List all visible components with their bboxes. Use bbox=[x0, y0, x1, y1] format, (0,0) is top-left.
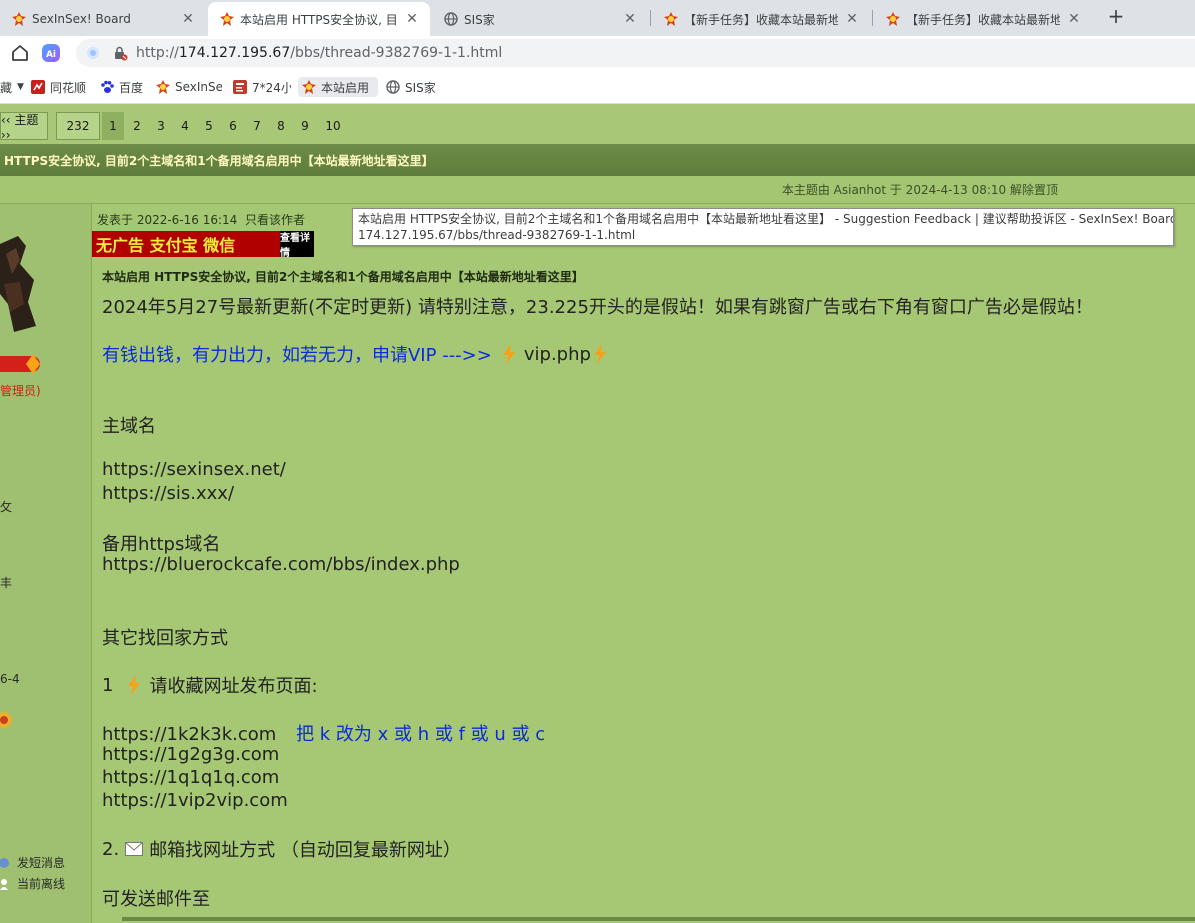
medal-icon bbox=[0, 704, 12, 744]
sis-favicon-icon bbox=[12, 12, 26, 26]
only-author-link[interactable]: 只看该作者 bbox=[245, 213, 305, 227]
post-meta: 发表于 2022-6-16 16:14 只看该作者 bbox=[97, 213, 305, 227]
main-domain-label: 主域名 bbox=[102, 416, 156, 437]
ai-assistant-icon[interactable]: Ai bbox=[40, 42, 62, 64]
pager-page-4[interactable]: 4 bbox=[174, 112, 196, 140]
tonghuashun-icon bbox=[31, 80, 45, 94]
tab-close-icon[interactable]: ✕ bbox=[844, 11, 860, 27]
sis-favicon-icon bbox=[220, 12, 234, 26]
pager-page-1[interactable]: 1 bbox=[102, 112, 124, 140]
shield-icon bbox=[86, 46, 100, 60]
not-secure-icon[interactable] bbox=[112, 45, 128, 61]
lightning-icon bbox=[502, 344, 516, 364]
moderation-note: 本主题由 Asianhot 于 2024-4-13 08:10 解除置顶 bbox=[0, 176, 1195, 204]
bookmark-tonghuashun[interactable]: 同花顺 bbox=[31, 77, 86, 97]
mail-label: 可发送邮件至 bbox=[102, 889, 210, 910]
publish-site-link-4[interactable]: https://1vip2vip.com bbox=[102, 790, 288, 811]
url-text[interactable]: http://174.127.195.67/bbs/thread-9382769… bbox=[136, 45, 502, 61]
sidebar-field: 攵 bbox=[0, 500, 13, 514]
pager-page-5[interactable]: 5 bbox=[198, 112, 220, 140]
dropdown-arrow-icon: ▼ bbox=[17, 82, 24, 92]
globe-icon bbox=[444, 12, 458, 26]
domain-link-1[interactable]: https://sexinsex.net/ bbox=[102, 459, 286, 480]
publish-site-link-3[interactable]: https://1q1q1q.com bbox=[102, 767, 279, 788]
tab-close-icon[interactable]: ✕ bbox=[1066, 11, 1082, 27]
svg-text:Ai: Ai bbox=[46, 50, 56, 60]
rank-star-icon bbox=[26, 354, 40, 374]
post-title: 本站启用 HTTPS安全协议, 目前2个主域名和1个备用域名启用中【本站最新地址… bbox=[102, 270, 584, 284]
tab-newbie-task-1[interactable]: 【新手任务】收藏本站最新地址 ✕ bbox=[652, 2, 870, 36]
sis-favicon-icon bbox=[156, 80, 170, 94]
send-message-link[interactable]: 发短消息 bbox=[0, 854, 65, 871]
bookmark-current-thread[interactable]: 本站启用 bbox=[298, 77, 378, 97]
pager-prev-topic[interactable]: ‹‹ 主题 ›› bbox=[0, 112, 48, 142]
tab-close-icon[interactable]: ✕ bbox=[180, 11, 196, 27]
pager-page-2[interactable]: 2 bbox=[126, 112, 148, 140]
divider bbox=[122, 917, 1195, 921]
bookmark-baidu[interactable]: 百度 bbox=[100, 77, 143, 97]
user-icon bbox=[0, 878, 12, 890]
step-1: 1 请收藏网址发布页面: bbox=[102, 674, 318, 698]
pagination: ‹‹ 主题 ›› 232 1 2 3 4 5 6 7 8 9 10 bbox=[0, 112, 350, 142]
tab-close-icon[interactable]: ✕ bbox=[622, 11, 638, 27]
bookmarks-bar: 藏 ▼ 同花顺 百度 SexInSe 7*24小 本站启用 SIS家 bbox=[0, 70, 1195, 104]
pager-page-8[interactable]: 8 bbox=[270, 112, 292, 140]
web-page: ‹‹ 主题 ›› 232 1 2 3 4 5 6 7 8 9 10 HTTPS安… bbox=[0, 104, 1195, 923]
register-date: 6-4 bbox=[0, 672, 20, 686]
pager-page-7[interactable]: 7 bbox=[246, 112, 268, 140]
envelope-icon bbox=[125, 842, 144, 856]
bookmark-sexinsex[interactable]: SexInSe bbox=[156, 77, 222, 97]
browser-toolbar: Ai http://174.127.195.67/bbs/thread-9382… bbox=[0, 36, 1195, 70]
other-methods-label: 其它找回家方式 bbox=[102, 628, 228, 649]
bookmark-sis-home[interactable]: SIS家 bbox=[386, 77, 436, 97]
news-icon bbox=[233, 80, 247, 94]
backup-domain-link[interactable]: https://bluerockcafe.com/bbs/index.php bbox=[102, 554, 460, 575]
pager-page-9[interactable]: 9 bbox=[294, 112, 316, 140]
bookmark-7x24[interactable]: 7*24小 bbox=[233, 77, 291, 97]
bookmark-folder[interactable]: 藏 ▼ bbox=[0, 77, 26, 97]
author-sidebar: 管理员) 攵 丰 6-4 发短消息 当前离线 bbox=[0, 204, 92, 923]
site-hint: 把 k 改为 x 或 h 或 f 或 u 或 c bbox=[296, 724, 546, 745]
sis-favicon-icon bbox=[302, 80, 316, 94]
new-tab-button[interactable]: + bbox=[1104, 4, 1128, 28]
baidu-paw-icon bbox=[100, 80, 114, 94]
step-2: 2. 邮箱找网址方式 （自动回复最新网址） bbox=[102, 838, 461, 862]
lightning-icon bbox=[593, 344, 607, 364]
tab-thread-active[interactable]: 本站启用 HTTPS安全协议, 目前 ✕ bbox=[208, 2, 430, 36]
tab-separator bbox=[650, 10, 651, 26]
address-bar[interactable]: http://174.127.195.67/bbs/thread-9382769… bbox=[76, 39, 1195, 67]
tab-separator bbox=[872, 10, 873, 26]
vip-line: 有钱出钱，有力出力，如若无力，申请VIP --->> vip.php bbox=[102, 341, 607, 367]
publish-site-line: https://1k2k3k.com 把 k 改为 x 或 h 或 f 或 u … bbox=[102, 720, 545, 746]
vip-link[interactable]: vip.php bbox=[524, 344, 591, 365]
message-icon bbox=[0, 857, 12, 869]
user-group: 管理员) bbox=[0, 384, 41, 398]
sidebar-field: 丰 bbox=[0, 576, 13, 590]
lightning-icon bbox=[127, 675, 141, 695]
sis-favicon-icon bbox=[886, 12, 900, 26]
pager-total: 232 bbox=[56, 112, 100, 140]
backup-domain-label: 备用https域名 bbox=[102, 534, 221, 555]
online-status: 当前离线 bbox=[0, 875, 65, 892]
publish-site-link-1[interactable]: https://1k2k3k.com bbox=[102, 724, 276, 745]
sis-favicon-icon bbox=[664, 12, 678, 26]
globe-icon bbox=[386, 80, 400, 94]
tab-sexinsex-board[interactable]: SexInSex! Board ✕ bbox=[0, 2, 206, 36]
pager-page-3[interactable]: 3 bbox=[150, 112, 172, 140]
ad-banner[interactable]: 无广告 支付宝 微信 查看详情 bbox=[92, 231, 314, 259]
post-content: 发表于 2022-6-16 16:14 只看该作者 无广告 支付宝 微信 查看详… bbox=[92, 204, 1195, 923]
tab-close-icon[interactable]: ✕ bbox=[404, 11, 420, 27]
tab-sis-home[interactable]: SIS家 ✕ bbox=[432, 2, 648, 36]
tab-strip: SexInSex! Board ✕ 本站启用 HTTPS安全协议, 目前 ✕ S… bbox=[0, 0, 1195, 36]
pager-page-6[interactable]: 6 bbox=[222, 112, 244, 140]
home-icon[interactable] bbox=[9, 42, 31, 64]
tab-newbie-task-2[interactable]: 【新手任务】收藏本站最新地址 ✕ bbox=[874, 2, 1092, 36]
domain-link-2[interactable]: https://sis.xxx/ bbox=[102, 483, 234, 504]
link-tooltip: 本站启用 HTTPS安全协议, 目前2个主域名和1个备用域名启用中【本站最新地址… bbox=[352, 208, 1174, 246]
thread-title-bar: HTTPS安全协议, 目前2个主域名和1个备用域名启用中【本站最新地址看这里】 bbox=[0, 144, 1195, 176]
update-notice: 2024年5月27号最新更新(不定时更新) 请特别注意，23.225开头的是假站… bbox=[102, 297, 1093, 318]
publish-site-link-2[interactable]: https://1g2g3g.com bbox=[102, 744, 279, 765]
pager-page-10[interactable]: 10 bbox=[318, 112, 348, 140]
avatar[interactable] bbox=[0, 234, 42, 334]
